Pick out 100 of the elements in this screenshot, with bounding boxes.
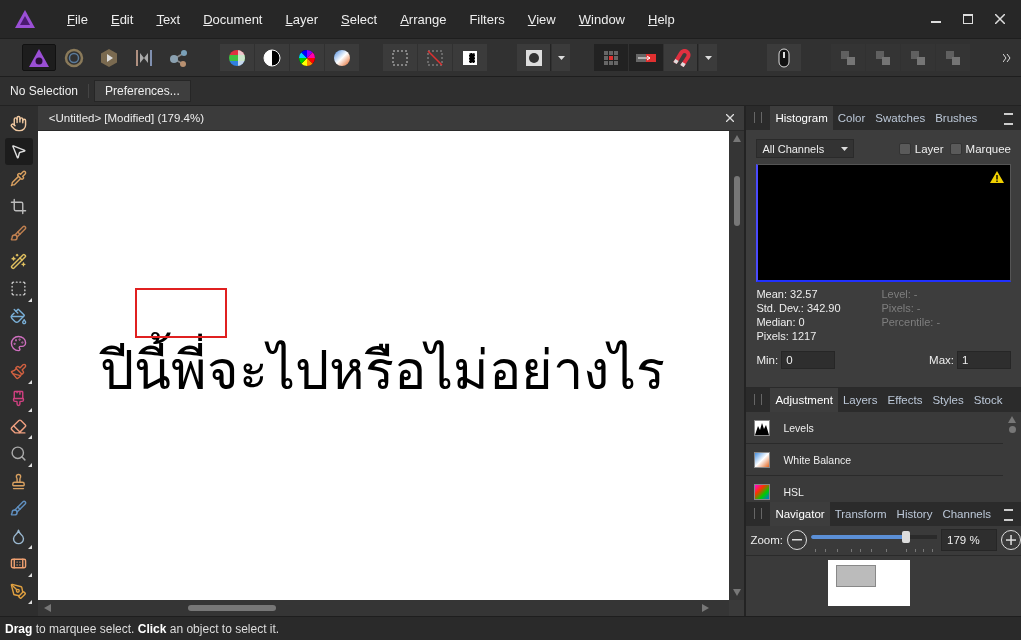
panel-tab[interactable]: Layers	[837, 388, 883, 413]
menu-item[interactable]: Filters	[458, 11, 517, 27]
toolbar-button[interactable]	[517, 44, 551, 71]
panel-tab[interactable]: Swatches	[870, 106, 931, 130]
scroll-thumb[interactable]	[733, 175, 740, 226]
status-text: Drag to marquee select. Click an object to select it.	[5, 621, 280, 636]
menu-item[interactable]: Window	[567, 11, 637, 27]
min-label: Min:	[756, 354, 779, 366]
toolbar-button[interactable]	[629, 44, 663, 71]
menu-item[interactable]: View	[516, 11, 568, 27]
inverted-selection-icon	[461, 48, 479, 67]
channel-dropdown[interactable]: All Channels	[756, 139, 855, 158]
panel-tab[interactable]: Stock	[968, 388, 1008, 413]
magic-wand-icon	[10, 252, 28, 270]
pointer-icon	[10, 142, 28, 160]
menu-item[interactable]: Select	[330, 11, 390, 27]
magnifier-icon	[10, 445, 28, 463]
checkbox[interactable]: Marquee	[949, 142, 1011, 155]
scroll-up-icon[interactable]	[732, 135, 741, 142]
horizontal-scrollbar[interactable]	[37, 600, 730, 616]
scroll-up-icon[interactable]	[1008, 416, 1016, 424]
tool-button[interactable]	[4, 137, 33, 165]
stat-text: Percentile: -	[881, 316, 942, 328]
toolbar-button[interactable]	[325, 44, 359, 71]
menu-item[interactable]: Arrange	[389, 11, 459, 27]
menu-item[interactable]: Help	[637, 11, 687, 27]
stacked-squares-icon	[909, 48, 927, 67]
paintbrush-icon	[10, 362, 28, 380]
min-field[interactable]: 0	[781, 351, 836, 369]
checkbox[interactable]: Layer	[898, 142, 944, 155]
menu-icon[interactable]	[1004, 113, 1013, 125]
panel-tab[interactable]: Transform	[829, 501, 892, 526]
gradient-square-icon	[754, 451, 771, 468]
flyout-corner-icon	[27, 545, 32, 549]
navigator-preview[interactable]	[827, 559, 910, 606]
checkbox-square[interactable]	[898, 142, 911, 155]
toolbar-button[interactable]	[767, 44, 801, 71]
palette-icon	[10, 335, 28, 353]
scroll-thumb[interactable]	[1008, 426, 1016, 434]
flyout-corner-icon	[27, 380, 32, 384]
circle-mask-icon	[524, 48, 543, 67]
checkbox-square[interactable]	[949, 142, 962, 155]
max-label: Max:	[929, 354, 954, 366]
caret-icon	[841, 146, 849, 151]
color-wheel-icon	[298, 48, 316, 67]
max-field[interactable]: 1	[957, 351, 1011, 369]
stat-text: Std. Dev.: 342.90	[756, 302, 842, 314]
toolbar-button[interactable]	[664, 44, 698, 71]
bars-icon	[134, 47, 154, 68]
vertical-scrollbar[interactable]	[729, 131, 745, 600]
menu-item[interactable]: Edit	[99, 11, 146, 27]
panel-tab[interactable]: Histogram	[770, 106, 833, 130]
brush-icon	[10, 500, 28, 518]
overflow-icon[interactable]	[1003, 53, 1011, 62]
scroll-right-icon[interactable]	[702, 604, 710, 612]
maximize-icon[interactable]	[963, 14, 973, 24]
caret-icon	[704, 55, 712, 60]
toolbar-button[interactable]	[255, 44, 289, 71]
menu-item[interactable]: Document	[192, 11, 275, 27]
scroll-down-icon[interactable]	[732, 589, 741, 596]
dropdown-button[interactable]	[552, 44, 570, 71]
grip-icon	[754, 112, 763, 123]
zoom-field[interactable]: 179 %	[941, 529, 997, 552]
panel-tab[interactable]: Effects	[882, 388, 928, 413]
menu-item[interactable]: File	[56, 11, 100, 27]
grid-icon	[602, 48, 620, 67]
adjustment-item[interactable]: White Balance	[746, 444, 1003, 477]
grip-icon	[754, 394, 763, 406]
scroll-left-icon[interactable]	[43, 604, 51, 612]
pen-icon	[10, 582, 28, 600]
menu-item[interactable]: Text	[145, 11, 193, 27]
hand-icon	[10, 115, 28, 133]
hexagon-icon	[99, 47, 119, 68]
flyout-corner-icon	[27, 407, 32, 412]
toolbar-button[interactable]	[220, 44, 254, 71]
panel-tab[interactable]: Channels	[937, 501, 996, 526]
panel-tab[interactable]: Navigator	[770, 501, 830, 526]
panel-tab[interactable]: History	[891, 501, 938, 526]
scroll-thumb[interactable]	[187, 605, 276, 611]
panel-tab[interactable]: Styles	[927, 388, 969, 413]
slider-thumb[interactable]	[901, 531, 910, 544]
menu-icon[interactable]	[1004, 508, 1013, 521]
toolbar-button[interactable]	[290, 44, 324, 71]
contrast-icon	[263, 48, 281, 67]
hsl-icon	[754, 483, 771, 500]
stamp-icon	[10, 472, 28, 490]
close-icon[interactable]	[995, 14, 1005, 24]
canvas-text: ปีนี้พี่จะไปหรือไม่อย่างไร	[37, 326, 665, 413]
dropdown-button[interactable]	[699, 44, 717, 71]
panel-tab[interactable]: Color	[832, 106, 871, 130]
toolbar-button[interactable]	[453, 44, 487, 71]
grip-icon	[754, 507, 763, 519]
panel-tab[interactable]: Brushes	[930, 106, 983, 130]
striped-circle-icon	[228, 48, 246, 67]
panel-tab[interactable]: Adjustment	[770, 388, 838, 413]
adjustment-item[interactable]: Levels	[746, 412, 1003, 445]
close-icon[interactable]	[724, 111, 737, 125]
preferences-button[interactable]: Preferences...	[94, 80, 191, 102]
paint-bucket-icon	[10, 307, 28, 325]
menu-item[interactable]: Layer	[274, 11, 330, 27]
